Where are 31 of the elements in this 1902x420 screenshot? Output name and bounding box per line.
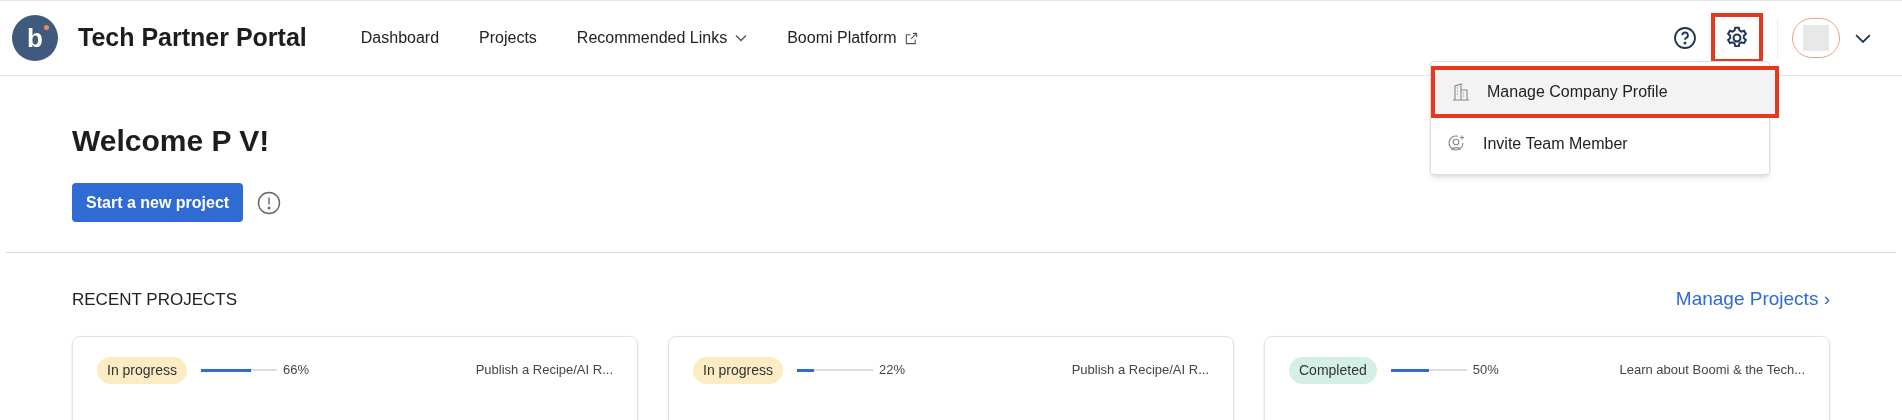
logo: b xyxy=(12,15,58,61)
menu-item[interactable]: Manage Company Profile xyxy=(1431,66,1779,118)
status-badge: In progress xyxy=(693,356,784,384)
external-link-icon xyxy=(904,31,918,45)
status-badge: In progress xyxy=(97,356,188,384)
project-card[interactable]: In progress 66% Publish a Recipe/AI R... xyxy=(72,335,638,420)
nav-link[interactable]: Recommended Links xyxy=(576,26,748,50)
chevron-down-icon xyxy=(1854,32,1872,44)
app-title: Tech Partner Portal xyxy=(78,22,307,54)
nav-link[interactable]: Boomi Platform xyxy=(787,26,918,50)
progress-percent: 50% xyxy=(1472,361,1499,380)
info-icon[interactable] xyxy=(257,190,282,215)
start-project-button[interactable]: Start a new project xyxy=(72,183,244,222)
help-icon[interactable] xyxy=(1673,26,1697,50)
project-name: Publish a Recipe/AI R... xyxy=(1071,361,1209,380)
nav-link[interactable]: Dashboard xyxy=(360,26,440,50)
progress-percent: 22% xyxy=(879,361,906,380)
project-card[interactable]: In progress 22% Publish a Recipe/AI R... xyxy=(668,335,1234,420)
project-name: Learn about Boomi & the Tech... xyxy=(1619,361,1805,380)
welcome-heading: Welcome P V! xyxy=(72,123,270,159)
nav-link[interactable]: Projects xyxy=(479,26,537,50)
building-icon xyxy=(1451,82,1471,102)
manage-projects-link[interactable]: Manage Projects › xyxy=(1675,285,1830,314)
project-name: Publish a Recipe/AI R... xyxy=(475,361,613,380)
status-badge: Completed xyxy=(1289,356,1377,384)
menu-item[interactable]: Invite Team Member xyxy=(1431,118,1769,170)
section-title: RECENT PROJECTS xyxy=(72,288,237,311)
chevron-down-icon xyxy=(735,34,748,42)
progress-percent: 66% xyxy=(283,361,310,380)
user-add-icon xyxy=(1447,134,1467,154)
project-card[interactable]: Completed 50% Learn about Boomi & the Tech... xyxy=(1264,335,1830,420)
